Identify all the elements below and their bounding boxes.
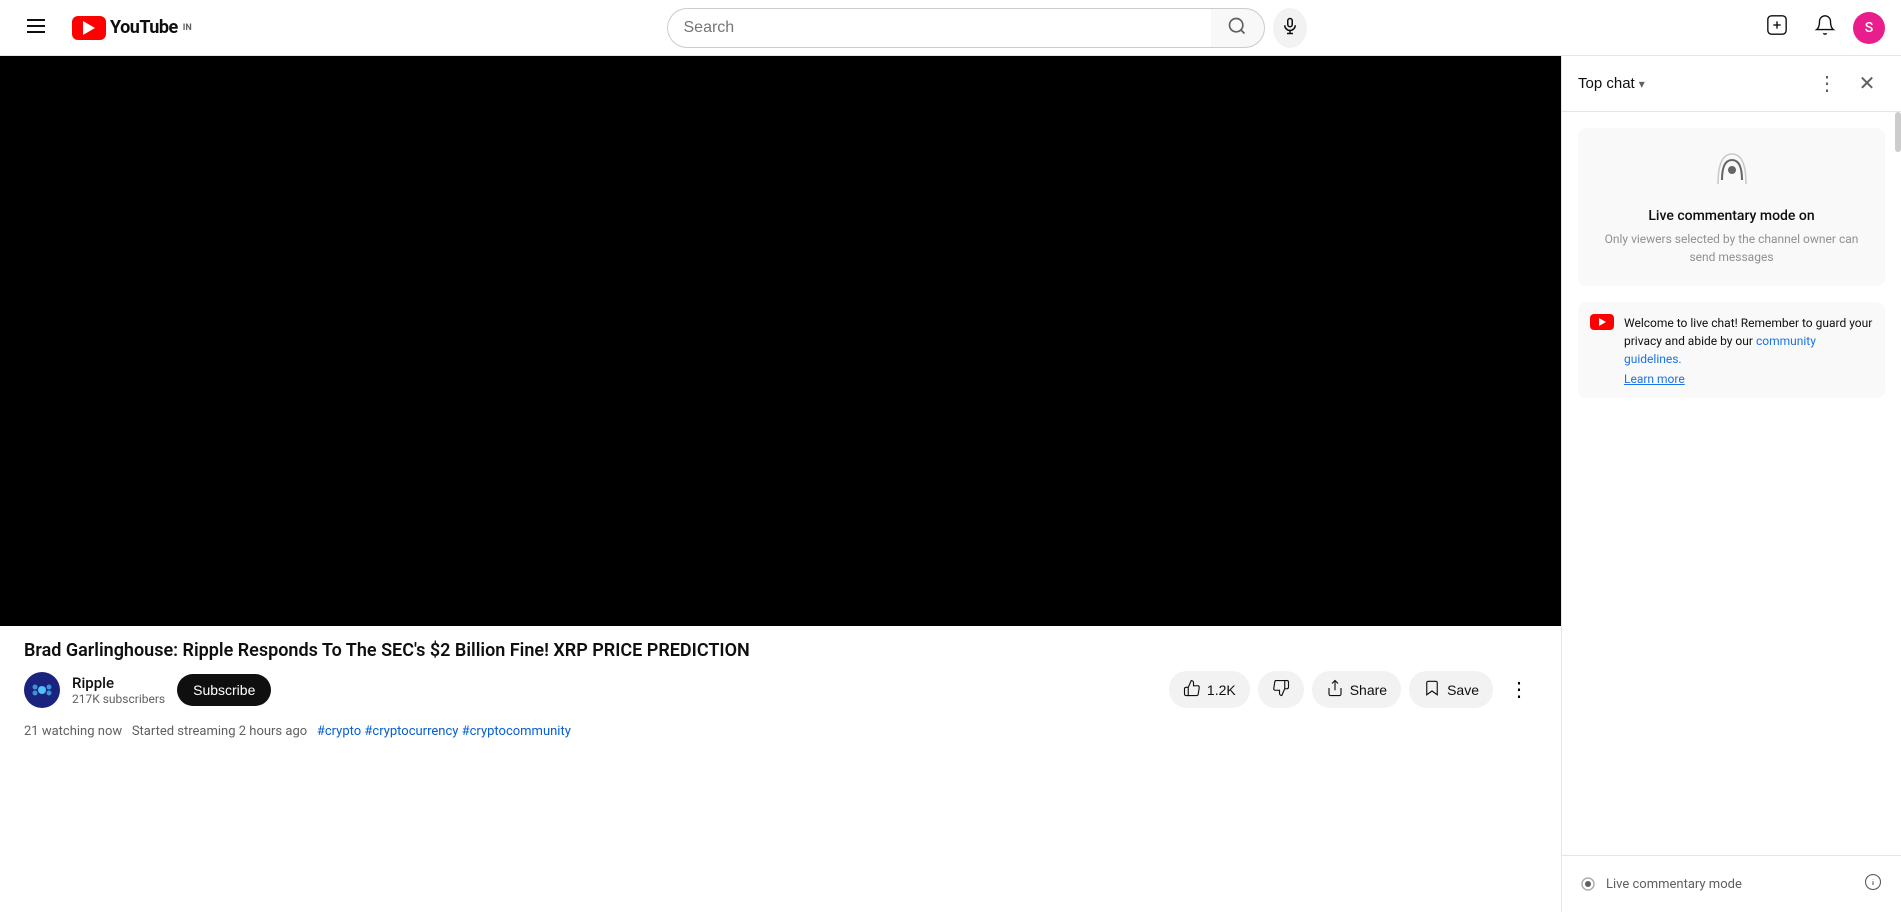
search-input[interactable] — [667, 8, 1211, 48]
create-icon — [1766, 14, 1788, 41]
chat-footer: Live commentary mode — [1562, 855, 1901, 912]
channel-info: Ripple 217K subscribers — [72, 674, 165, 706]
live-commentary-mode-bar: Live commentary mode — [1578, 864, 1885, 904]
chat-close-button[interactable]: ✕ — [1849, 66, 1885, 102]
live-commentary-desc: Only viewers selected by the channel own… — [1598, 230, 1865, 266]
youtube-logo[interactable]: YouTube IN — [72, 16, 192, 40]
chat-header-actions: ⋮ ✕ — [1809, 66, 1885, 102]
learn-more-link[interactable]: Learn more — [1624, 372, 1873, 386]
search-container — [216, 8, 1757, 48]
menu-button[interactable] — [16, 8, 56, 48]
avatar[interactable]: S — [1853, 12, 1885, 44]
create-button[interactable] — [1757, 8, 1797, 48]
channel-left: Ripple 217K subscribers Subscribe — [24, 672, 271, 708]
more-vert-icon: ⋮ — [1817, 71, 1837, 96]
youtube-logo-text: YouTube — [110, 17, 178, 38]
video-title: Brad Garlinghouse: Ripple Responds To Th… — [24, 638, 1537, 663]
ripple-logo-icon — [29, 677, 55, 703]
chat-body[interactable]: Live commentary mode on Only viewers sel… — [1562, 112, 1901, 855]
search-form — [667, 8, 1307, 48]
youtube-small-icon — [1590, 314, 1614, 330]
close-icon: ✕ — [1859, 71, 1876, 96]
mic-icon — [1281, 17, 1299, 38]
like-button[interactable]: 1.2K — [1169, 671, 1250, 708]
search-button[interactable] — [1211, 8, 1265, 48]
like-count: 1.2K — [1207, 682, 1236, 698]
bell-icon — [1814, 14, 1836, 41]
save-icon — [1423, 679, 1441, 700]
search-icon — [1227, 16, 1247, 39]
share-button[interactable]: Share — [1312, 671, 1401, 708]
like-icon — [1183, 679, 1201, 700]
notifications-button[interactable] — [1805, 8, 1845, 48]
broadcast-icon — [1598, 148, 1865, 196]
watching-count: 21 watching now — [24, 724, 122, 739]
header-left: YouTube IN — [16, 8, 216, 48]
channel-row: Ripple 217K subscribers Subscribe 1.2K — [24, 671, 1537, 708]
stream-started: Started streaming 2 hours ago — [132, 724, 307, 739]
chat-scrollbar[interactable] — [1895, 112, 1901, 855]
content-area: Brad Garlinghouse: Ripple Responds To Th… — [0, 56, 1901, 912]
welcome-text: Welcome to live chat! Remember to guard … — [1624, 316, 1872, 366]
channel-avatar[interactable] — [24, 672, 60, 708]
dislike-icon — [1272, 679, 1290, 700]
live-mode-info-button[interactable] — [1861, 872, 1885, 896]
share-icon — [1326, 679, 1344, 700]
live-mode-icon — [1578, 874, 1598, 894]
video-player[interactable] — [0, 56, 1561, 626]
action-buttons: 1.2K Share — [1169, 671, 1537, 708]
header: YouTube IN — [0, 0, 1901, 56]
chat-header: Top chat ▾ ⋮ ✕ — [1562, 56, 1901, 112]
welcome-text-container: Welcome to live chat! Remember to guard … — [1624, 314, 1873, 386]
dislike-button[interactable] — [1258, 671, 1304, 708]
more-vert-icon: ⋮ — [1509, 677, 1529, 702]
header-right: S — [1757, 8, 1885, 48]
chat-title-label: Top chat — [1578, 75, 1635, 92]
video-info: Brad Garlinghouse: Ripple Responds To Th… — [0, 626, 1561, 720]
chevron-down-icon: ▾ — [1639, 77, 1645, 91]
live-mode-label: Live commentary mode — [1606, 877, 1853, 892]
more-actions-button[interactable]: ⋮ — [1501, 672, 1537, 708]
chat-more-button[interactable]: ⋮ — [1809, 66, 1845, 102]
chat-title-button[interactable]: Top chat ▾ — [1578, 75, 1645, 92]
mic-button[interactable] — [1273, 8, 1307, 48]
channel-name[interactable]: Ripple — [72, 674, 165, 692]
channel-subscribers: 217K subscribers — [72, 692, 165, 706]
chat-panel: Top chat ▾ ⋮ ✕ — [1561, 56, 1901, 912]
live-commentary-box: Live commentary mode on Only viewers sel… — [1578, 128, 1885, 286]
save-label: Save — [1447, 682, 1479, 698]
youtube-logo-icon — [72, 16, 106, 40]
live-commentary-title: Live commentary mode on — [1598, 208, 1865, 224]
scroll-thumb — [1895, 112, 1901, 152]
video-column: Brad Garlinghouse: Ripple Responds To Th… — [0, 56, 1561, 912]
youtube-logo-badge: IN — [183, 23, 192, 33]
info-icon — [1864, 873, 1882, 896]
video-tags: #crypto #cryptocurrency #cryptocommunity — [317, 724, 571, 739]
video-meta: 21 watching now Started streaming 2 hour… — [0, 720, 1561, 743]
save-button[interactable]: Save — [1409, 671, 1493, 708]
share-label: Share — [1350, 682, 1387, 698]
welcome-message: Welcome to live chat! Remember to guard … — [1578, 302, 1885, 398]
subscribe-button[interactable]: Subscribe — [177, 674, 271, 706]
hamburger-icon — [27, 17, 45, 38]
